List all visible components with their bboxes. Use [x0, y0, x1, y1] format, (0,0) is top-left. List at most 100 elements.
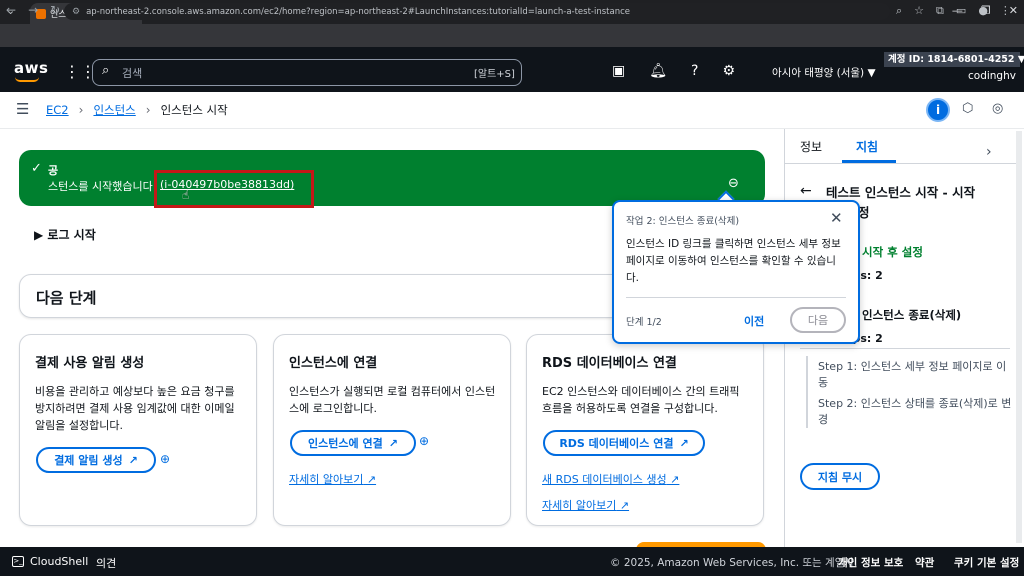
add-circle-icon[interactable]: ⊕ — [160, 452, 170, 466]
browser-toolbar-icons: ⌕ ☆ ⧉ ▭ ● ⋮ — [896, 4, 1011, 18]
external-link-icon: ↗ — [128, 453, 138, 467]
tab-divider — [784, 163, 1016, 164]
guide-title: 테스트 인스턴스 시작 - 시작 — [826, 185, 976, 200]
connect-rds-button[interactable]: RDS 데이터베이스 연결 ↗ — [543, 430, 705, 456]
chevron-right-icon[interactable]: › — [986, 144, 992, 160]
amazon-q-icon[interactable]: ⬡ — [962, 101, 973, 116]
cloudshell-label: CloudShell — [30, 555, 89, 568]
terms-link[interactable]: 약관 — [915, 555, 934, 570]
panel-scrollbar[interactable] — [1016, 131, 1022, 543]
zoom-icon[interactable]: ⌕ — [896, 4, 902, 18]
popover-prev-button[interactable]: 이전 — [744, 313, 764, 329]
card-body: EC2 인스턴스와 데이터베이스 간의 트래픽 흐름을 허용하도록 연결을 구성… — [542, 385, 740, 415]
info-panel-icon[interactable]: i — [926, 98, 950, 122]
add-circle-icon[interactable]: ⊕ — [419, 434, 429, 448]
card-title: 인스턴스에 연결 — [289, 356, 378, 371]
settings-gear-icon[interactable]: ⚙ — [722, 63, 735, 79]
extensions-icon[interactable]: ⧉ — [936, 4, 944, 18]
search-input[interactable] — [92, 59, 522, 86]
profile-icon[interactable]: ● — [978, 4, 988, 18]
forward-icon[interactable]: → — [28, 3, 38, 17]
hamburger-menu-icon[interactable]: ☰ — [16, 100, 29, 118]
learn-more-link[interactable]: 자세히 알아보기 ↗ — [542, 497, 629, 513]
popover-body: 인스턴스 ID 링크를 클릭하면 인스턴스 세부 정보 페이지로 이동하여 인스… — [626, 238, 841, 284]
next-steps-title: 다음 단계 — [36, 289, 97, 307]
card-rds-connect: RDS 데이터베이스 연결 EC2 인스턴스와 데이터베이스 간의 트래픽 흐름… — [526, 334, 764, 526]
privacy-link[interactable]: 개인 정보 보호 — [838, 555, 903, 570]
popover-header: 작업 2: 인스턴스 종료(삭제) — [626, 216, 740, 227]
notifications-bell-icon[interactable]: 🔔︎ — [649, 63, 667, 79]
address-bar-row — [0, 24, 1024, 47]
guide-step-2: Step 2: 인스턴스 상태를 종료(삭제)로 변경 — [818, 397, 1012, 426]
tab-guide[interactable]: 지침 — [856, 138, 878, 155]
bookmark-star-icon[interactable]: ☆ — [914, 4, 924, 18]
card-title: RDS 데이터베이스 연결 — [542, 356, 677, 371]
popover-divider — [626, 297, 846, 298]
sidebar-icon[interactable]: ▭ — [956, 4, 966, 18]
breadcrumb-chevron-icon: › — [145, 103, 151, 117]
card-body: 인스턴스가 실행되면 로컬 컴퓨터에서 인스턴스에 로그인합니다. — [289, 385, 496, 415]
cloudshell-icon[interactable]: ▣ — [612, 63, 625, 79]
guide-section-2[interactable]: 인스턴스 종료(삭제) — [862, 307, 961, 323]
link-text: 새 RDS 데이터베이스 생성 — [542, 473, 667, 486]
search-placeholder: 검색 — [122, 67, 143, 80]
terminal-icon: >_ — [12, 556, 24, 567]
flash-title: 공 — [48, 164, 59, 177]
create-billing-alert-button[interactable]: 결제 알림 생성 ↗ — [36, 447, 156, 473]
guide-step-1: Step 1: 인스턴스 세부 정보 페이지로 이동 — [818, 360, 1007, 389]
external-link-icon: ↗ — [679, 436, 689, 450]
cookie-preferences-link[interactable]: 쿠키 기본 설정 — [954, 555, 1019, 570]
hand-cursor-icon: ☝ — [182, 188, 190, 202]
region-selector[interactable]: 아시아 태평양 (서울) ▼ — [772, 65, 876, 80]
popover-step-counter: 단계 1/2 — [626, 317, 662, 328]
search-shortcut: [알트+S] — [474, 69, 515, 80]
card-body: 비용을 관리하고 예상보다 높은 요금 청구를 방지하려면 결제 사용 임계값에… — [35, 385, 235, 432]
feedback-link[interactable]: 의견 — [96, 555, 116, 571]
account-id-badge[interactable]: 계정 ID: 1814-6801-4252 ▼ — [884, 52, 1024, 67]
breadcrumb-ec2[interactable]: EC2 — [46, 103, 69, 117]
copyright: © 2025, Amazon Web Services, Inc. 또는 계열사… — [610, 557, 858, 569]
button-label: RDS 데이터베이스 연결 — [559, 437, 674, 450]
aws-logo-smile — [15, 77, 39, 82]
settings-panel-icon[interactable]: ◎ — [992, 101, 1003, 116]
popover-next-button[interactable]: 다음 — [790, 307, 846, 333]
header-icons: ▣ 🔔︎ ? ⚙ — [612, 63, 735, 79]
highlight-box — [154, 170, 314, 208]
nav-buttons: ← → ↻ — [6, 3, 60, 17]
flash-message: 스턴스를 시작했습니다 — [48, 180, 153, 193]
create-rds-link[interactable]: 새 RDS 데이터베이스 생성 ↗ — [542, 471, 679, 487]
button-label: 결제 알림 생성 — [54, 454, 123, 467]
cloudshell-button[interactable]: >_ CloudShell — [12, 555, 88, 568]
learn-more-link[interactable]: 자세히 알아보기 ↗ — [289, 471, 376, 487]
help-icon[interactable]: ? — [691, 63, 698, 79]
back-arrow-icon[interactable]: ← — [800, 183, 812, 199]
breadcrumb: EC2 › 인스턴스 › 인스턴스 시작 — [46, 102, 228, 118]
menu-icon[interactable]: ⋮ — [1000, 4, 1011, 18]
flash-dismiss-icon[interactable]: ⊖ — [728, 176, 739, 191]
launch-log-expander[interactable]: ▶ 로그 시작 — [34, 226, 96, 243]
card-title: 결제 사용 알림 생성 — [35, 356, 145, 371]
connect-instance-button[interactable]: 인스턴스에 연결 ↗ — [290, 430, 416, 456]
url-text: ap-northeast-2.console.aws.amazon.com/ec… — [86, 6, 631, 17]
user-menu[interactable]: codinghv — [968, 70, 1016, 82]
steps-line — [806, 356, 808, 428]
link-text: 자세히 알아보기 — [542, 499, 617, 512]
breadcrumb-instances[interactable]: 인스턴스 — [93, 102, 135, 118]
back-icon[interactable]: ← — [6, 3, 16, 17]
card-connect-instance: 인스턴스에 연결 인스턴스가 실행되면 로컬 컴퓨터에서 인스턴스에 로그인합니… — [273, 334, 511, 526]
guide-section-1[interactable]: 시작 후 설정 — [862, 244, 923, 260]
site-info-icon[interactable]: ⚙ — [72, 7, 80, 17]
panel-divider — [800, 348, 1010, 349]
popover-close-icon[interactable]: ✕ — [830, 209, 843, 227]
tab-info[interactable]: 정보 — [800, 138, 822, 155]
button-label: 인스턴스에 연결 — [308, 437, 383, 450]
url-input[interactable]: ⚙ ap-northeast-2.console.aws.amazon.com/… — [64, 3, 890, 20]
reload-icon[interactable]: ↻ — [50, 3, 60, 17]
external-link-icon: ↗ — [388, 436, 398, 450]
success-check-icon: ✓ — [31, 161, 42, 176]
breadcrumb-chevron-icon: › — [78, 103, 84, 117]
search-icon: ⌕ — [102, 63, 110, 78]
dismiss-guide-button[interactable]: 지침 무시 — [800, 463, 880, 490]
card-billing-alert: 결제 사용 알림 생성 비용을 관리하고 예상보다 높은 요금 청구를 방지하려… — [19, 334, 257, 526]
aws-logo[interactable]: aws — [14, 59, 48, 77]
